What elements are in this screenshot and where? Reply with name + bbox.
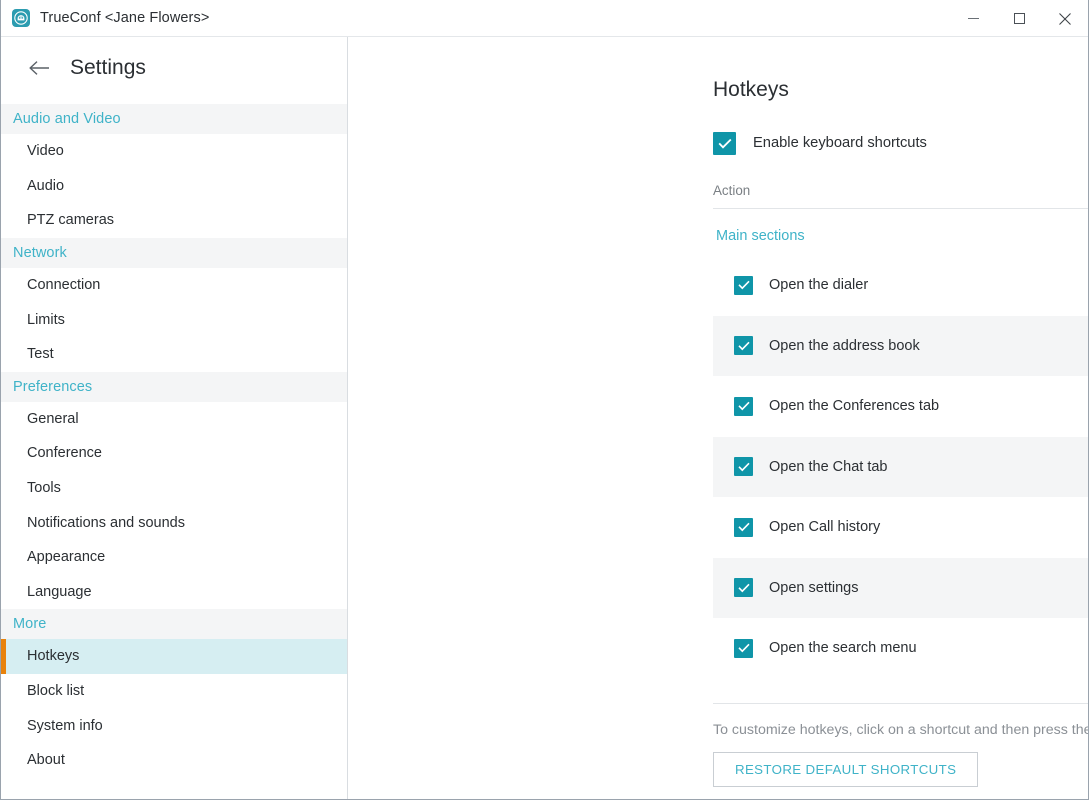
table-row[interactable]: Open the dialerCtrl + D <box>713 255 1088 316</box>
sidebar-item-ptz-cameras[interactable]: PTZ cameras <box>1 203 347 238</box>
sidebar-item-limits[interactable]: Limits <box>1 302 347 337</box>
content-title: Hotkeys <box>713 78 789 101</box>
minimize-icon[interactable] <box>950 0 996 37</box>
sidebar-item-label: Connection <box>27 277 101 294</box>
back-arrow-icon[interactable] <box>27 55 53 81</box>
sidebar-item-label: General <box>27 410 79 427</box>
row-action-label: Open the dialer <box>769 277 869 294</box>
sidebar-item-label: PTZ cameras <box>27 212 115 229</box>
table-row[interactable]: Open Call historyCtrl + 4 <box>713 497 1088 558</box>
row-action-label: Open the Conferences tab <box>769 398 940 415</box>
row-checkbox[interactable] <box>734 457 753 477</box>
sidebar-item-label: Conference <box>27 445 102 462</box>
window-title: TrueConf <Jane Flowers> <box>40 10 210 26</box>
sidebar-item-label: About <box>27 752 65 769</box>
sidebar-item-hotkeys[interactable]: Hotkeys <box>1 639 347 674</box>
restore-default-shortcuts-button[interactable]: RESTORE DEFAULT SHORTCUTS <box>713 751 979 787</box>
sidebar-item-about[interactable]: About <box>1 743 347 778</box>
sidebar-group-header: Preferences <box>1 371 347 402</box>
page-title: Settings <box>70 56 146 79</box>
hotkeys-hint-text: To customize hotkeys, click on a shortcu… <box>713 721 1088 738</box>
hotkeys-panel: Hotkeys Enable keyboard shortcuts Action… <box>348 37 1088 799</box>
trueconf-logo-icon <box>12 9 30 27</box>
sidebar-item-label: Video <box>27 143 64 160</box>
sidebar-item-appearance[interactable]: Appearance <box>1 540 347 575</box>
sidebar-item-test[interactable]: Test <box>1 337 347 372</box>
table-row[interactable]: Open the Conferences tabCtrl + 2 <box>713 376 1088 437</box>
close-icon[interactable] <box>1042 0 1088 37</box>
maximize-icon[interactable] <box>996 0 1042 37</box>
row-checkbox[interactable] <box>734 517 753 537</box>
sidebar-item-label: Tools <box>27 480 61 497</box>
sidebar-group-header: More <box>1 609 347 640</box>
settings-sidebar: Settings Audio and Video Video Audio PTZ ca… <box>1 37 348 799</box>
sidebar-item-label: Limits <box>27 311 65 328</box>
sidebar-item-label: Audio <box>27 177 65 194</box>
row-action-label: Open the address book <box>769 337 920 354</box>
row-checkbox[interactable] <box>734 336 753 356</box>
sidebar-item-tools[interactable]: Tools <box>1 471 347 506</box>
settings-header: Settings <box>1 43 347 93</box>
sidebar-item-label: Language <box>27 583 92 600</box>
window-controls <box>950 0 1088 37</box>
table-header: Action Keyboard shortcut <box>713 183 1088 209</box>
title-bar: TrueConf <Jane Flowers> <box>1 0 1088 37</box>
row-action-label: Open Call history <box>769 519 881 536</box>
sidebar-item-audio[interactable]: Audio <box>1 169 347 204</box>
sidebar-group-header: Network <box>1 237 347 268</box>
row-action-label: Open the search menu <box>769 640 917 657</box>
sidebar-item-block-list[interactable]: Block list <box>1 674 347 709</box>
sidebar-item-label: Block list <box>27 683 85 700</box>
sidebar-item-label: Hotkeys <box>27 648 80 665</box>
row-checkbox[interactable] <box>734 396 753 416</box>
sidebar-item-label: Test <box>27 346 54 363</box>
sidebar-item-connection[interactable]: Connection <box>1 268 347 303</box>
settings-nav-list: Audio and Video Video Audio PTZ cameras Netw… <box>1 93 347 799</box>
sidebar-item-video[interactable]: Video <box>1 134 347 169</box>
sidebar-item-label: Notifications and sounds <box>27 514 185 531</box>
table-row[interactable]: Open the Chat tabCtrl + 3 <box>713 436 1088 497</box>
row-checkbox[interactable] <box>734 578 753 598</box>
sidebar-group-header: Audio and Video <box>1 104 347 134</box>
sidebar-item-notifications-and-sounds[interactable]: Notifications and sounds <box>1 505 347 540</box>
row-checkbox[interactable] <box>734 638 753 658</box>
enable-shortcuts-label: Enable keyboard shortcuts <box>753 135 927 151</box>
enable-shortcuts-row[interactable]: Enable keyboard shortcuts <box>713 130 1088 156</box>
row-action-label: Open the Chat tab <box>769 458 888 475</box>
sidebar-item-label: System info <box>27 717 103 734</box>
column-header-action: Action <box>713 183 751 198</box>
window-body: Settings Audio and Video Video Audio PTZ ca… <box>1 37 1088 799</box>
sidebar-item-conference[interactable]: Conference <box>1 436 347 471</box>
sidebar-item-label: Appearance <box>27 549 106 566</box>
sidebar-item-system-info[interactable]: System info <box>1 708 347 743</box>
hotkeys-table: Open the dialerCtrl + DOpen the address … <box>713 255 1088 679</box>
sidebar-item-general[interactable]: General <box>1 402 347 437</box>
table-group-label: Main sections <box>716 228 805 244</box>
app-window: TrueConf <Jane Flowers> Settings Audio a… <box>0 0 1089 800</box>
sidebar-item-language[interactable]: Language <box>1 575 347 610</box>
table-row[interactable]: Open the search menuCtrl + F <box>713 618 1088 679</box>
table-row[interactable]: Open settingsCtrl + E <box>713 557 1088 618</box>
row-checkbox[interactable] <box>734 275 753 295</box>
row-action-label: Open settings <box>769 579 859 596</box>
enable-shortcuts-checkbox[interactable] <box>713 131 736 155</box>
table-row[interactable]: Open the address bookCtrl + 1 <box>713 315 1088 376</box>
